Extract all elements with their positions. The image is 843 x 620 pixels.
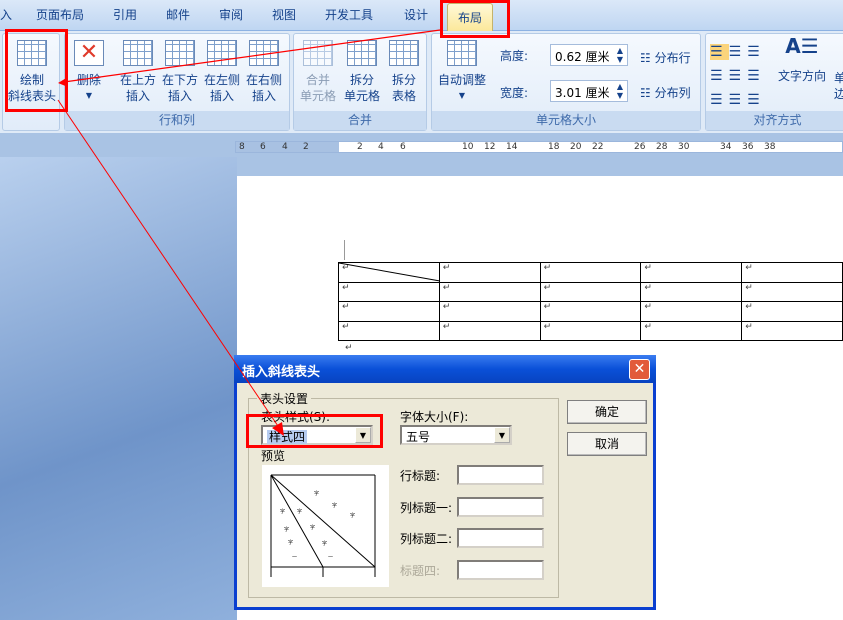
annotation-arrows — [57, 29, 441, 436]
